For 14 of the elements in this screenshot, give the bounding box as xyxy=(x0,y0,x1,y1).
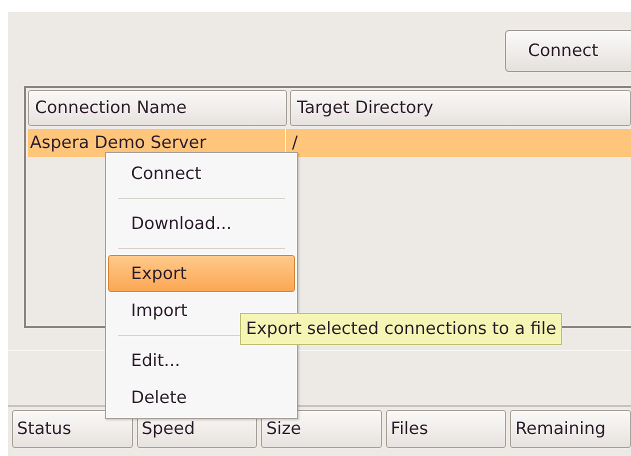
menu-item[interactable]: Export xyxy=(108,255,295,292)
column-header[interactable]: Target Directory xyxy=(290,90,631,126)
connect-button[interactable]: Connect xyxy=(505,30,631,72)
menu-item[interactable]: Connect xyxy=(108,155,295,192)
menu-item[interactable]: Download... xyxy=(108,205,295,242)
table-row[interactable]: Aspera Demo Server / xyxy=(28,129,631,157)
table-cell-text: / xyxy=(291,132,299,155)
column-header[interactable]: Status xyxy=(12,410,133,448)
column-header[interactable]: Connection Name xyxy=(28,90,287,126)
tooltip: Export selected connections to a file xyxy=(240,313,562,345)
column-header[interactable]: Remaining xyxy=(510,410,631,448)
column-header[interactable]: Size xyxy=(261,410,382,448)
menu-item[interactable]: Edit... xyxy=(108,342,295,379)
column-header[interactable]: Files xyxy=(386,410,506,448)
